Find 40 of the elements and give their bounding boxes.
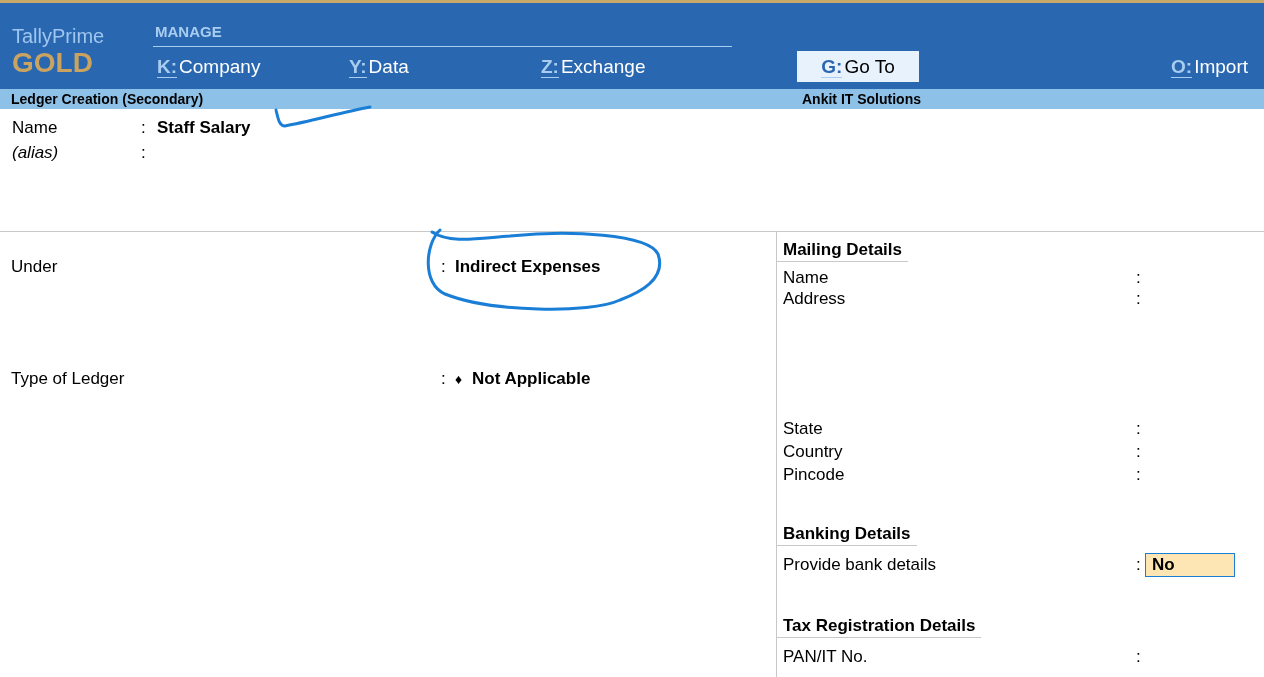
menu-item[interactable]: Y:Data <box>345 51 413 82</box>
product-name: TallyPrime <box>12 24 106 48</box>
company-name: Ankit IT Solutions <box>802 90 921 109</box>
field-separator: : <box>1136 267 1142 288</box>
field-label: Under <box>10 257 59 277</box>
field-value[interactable]: Indirect Expenses <box>455 257 601 277</box>
field-value[interactable]: Staff Salary <box>157 117 251 138</box>
field-separator: : <box>141 142 147 163</box>
field-separator: : <box>1136 555 1142 575</box>
field-label: State <box>782 418 824 439</box>
menu-item[interactable]: Z:Exchange <box>537 51 650 82</box>
menu-item[interactable]: G:Go To <box>797 51 919 82</box>
field-label: Country <box>782 441 844 462</box>
field-separator: : <box>1136 647 1142 667</box>
field-separator: : <box>441 257 447 277</box>
section-heading: Tax Registration Details <box>777 612 982 638</box>
screen-title: Ledger Creation (Secondary) <box>10 90 205 109</box>
field-separator: : <box>1136 418 1142 439</box>
section-heading: Banking Details <box>777 520 917 546</box>
input-field[interactable]: No <box>1145 553 1235 577</box>
section-heading: Mailing Details <box>777 236 909 262</box>
field-label: PAN/IT No. <box>782 647 869 667</box>
marker-symbol: ♦ <box>455 371 464 387</box>
field-label: Name <box>782 267 830 288</box>
field-separator: : <box>141 117 147 138</box>
field-label: Pincode <box>782 464 846 485</box>
field-separator: : <box>441 369 447 389</box>
menu-item[interactable]: K:Company <box>153 51 265 82</box>
menu-item[interactable]: O:Import <box>1167 51 1252 82</box>
menu-title: MANAGE <box>153 23 732 47</box>
field-label: Address <box>782 289 847 309</box>
field-label: Name <box>11 117 59 138</box>
field-separator: : <box>1136 289 1142 309</box>
field-label: Type of Ledger <box>10 369 126 389</box>
edition-label: GOLD <box>12 48 94 78</box>
field-label: (alias) <box>11 142 60 163</box>
field-separator: : <box>1136 441 1142 462</box>
field-separator: : <box>1136 464 1142 485</box>
field-value[interactable]: Not Applicable <box>472 369 591 389</box>
field-label: Provide bank details <box>782 555 938 575</box>
